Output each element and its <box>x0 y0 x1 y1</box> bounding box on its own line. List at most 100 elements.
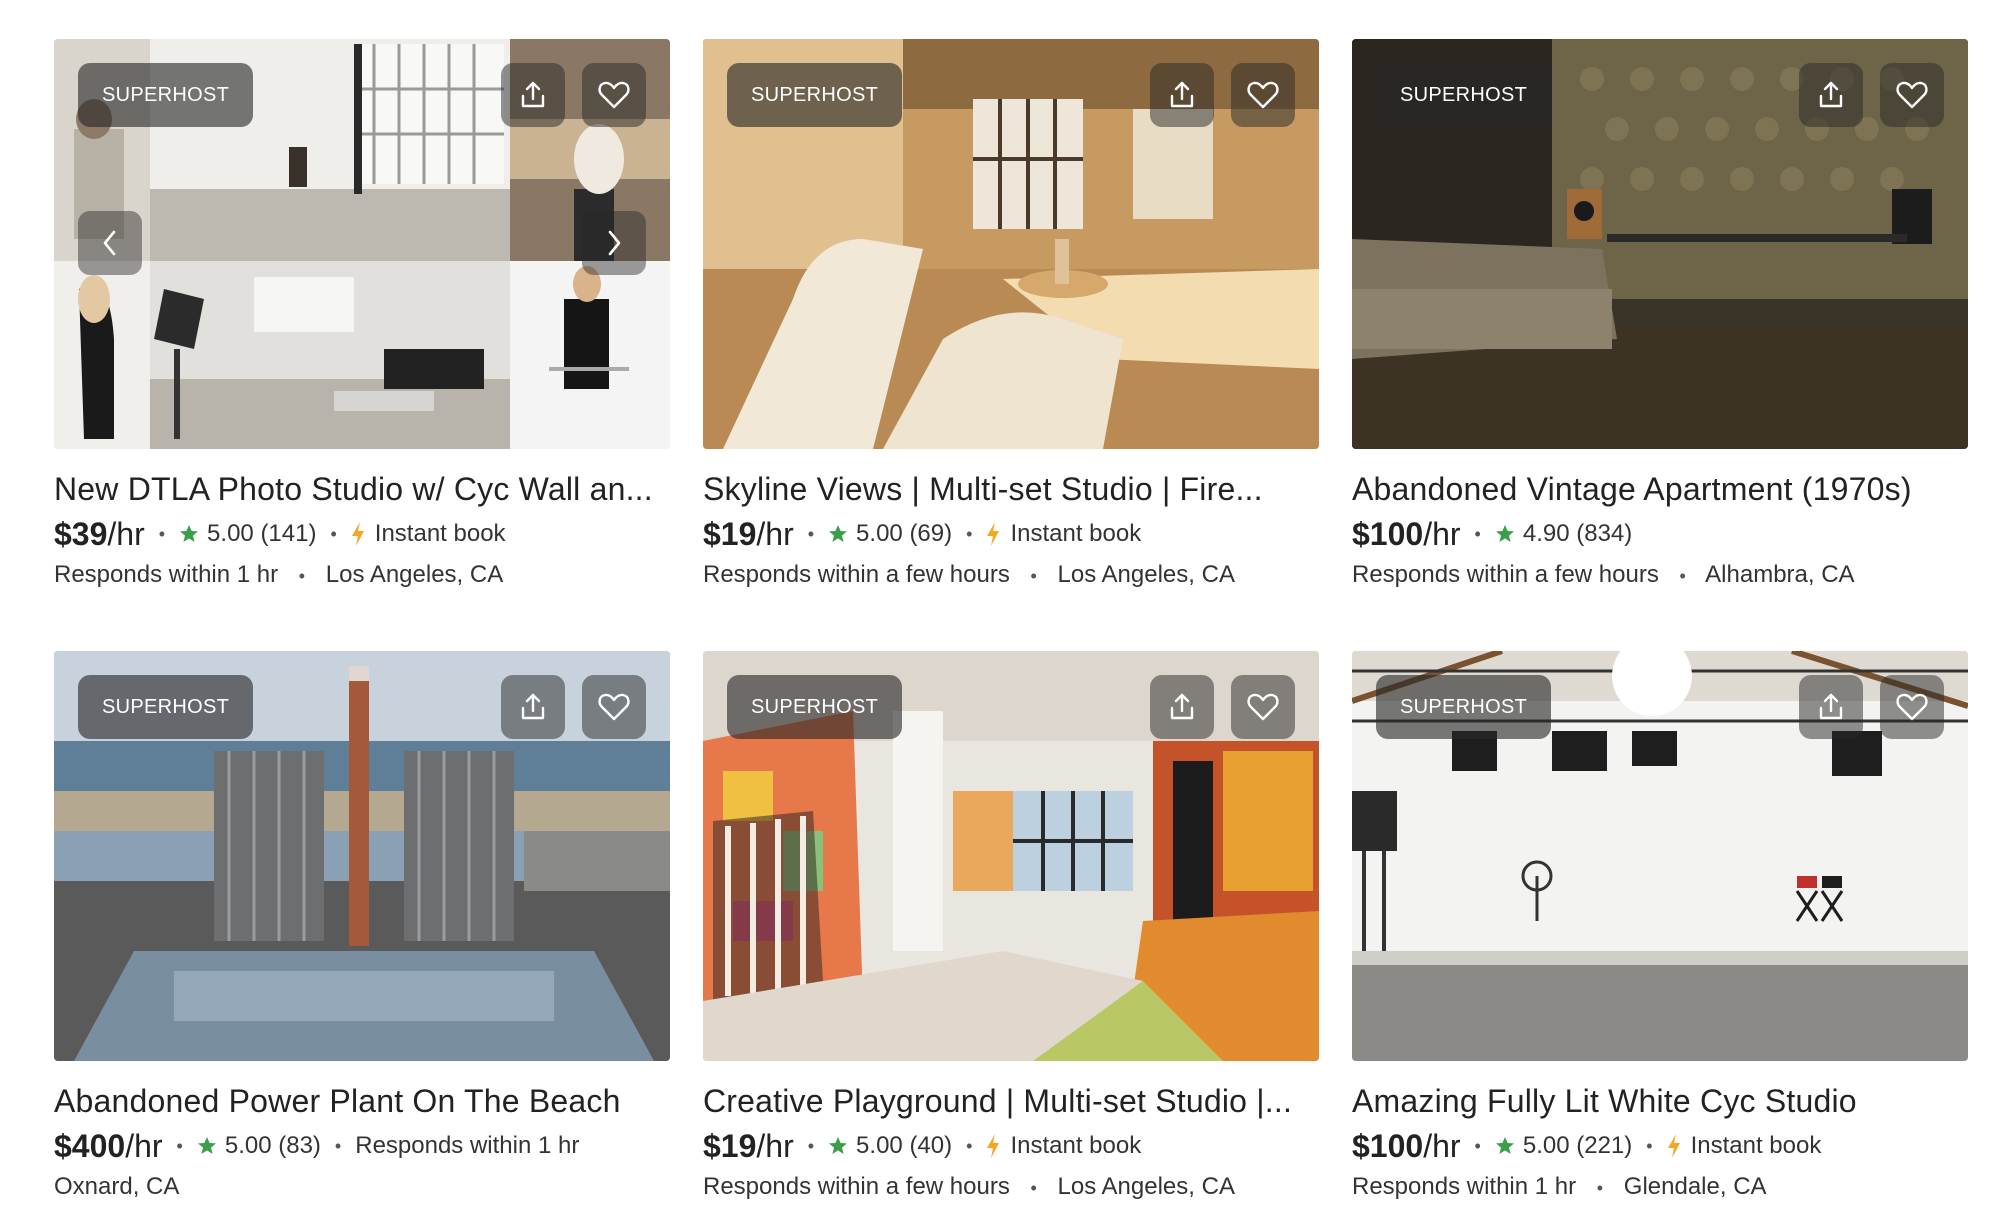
separator-dot: • <box>1596 1178 1604 1198</box>
listing-rating: 5.00 <box>856 1132 903 1159</box>
listing-card[interactable]: SUPERHOST Amazing Fully Lit White Cyc St… <box>1352 651 1968 1201</box>
star-icon <box>1495 1136 1515 1156</box>
listing-response-location: Responds within 1 hr • Los Angeles, CA <box>54 561 670 589</box>
instant-book-label: Instant book <box>374 520 506 547</box>
price-unit: /hr <box>1423 515 1461 552</box>
superhost-badge: SUPERHOST <box>78 675 254 739</box>
separator-dot: • <box>1474 523 1481 544</box>
star-icon <box>828 524 848 544</box>
share-button[interactable] <box>1799 675 1863 739</box>
heart-icon <box>1896 693 1928 721</box>
share-button[interactable] <box>501 63 565 127</box>
heart-icon <box>1896 81 1928 109</box>
listing-price: $19 <box>703 1127 757 1164</box>
listing-photo-container[interactable]: SUPERHOST <box>1352 39 1968 449</box>
listing-title[interactable]: Abandoned Vintage Apartment (1970s) <box>1352 469 1968 509</box>
share-icon <box>1170 81 1194 108</box>
favorite-button[interactable] <box>582 63 646 127</box>
share-icon <box>521 693 545 720</box>
share-button[interactable] <box>1150 675 1214 739</box>
price-unit: /hr <box>125 1127 163 1164</box>
chevron-right-icon <box>608 230 621 256</box>
listing-card[interactable]: SUPERHOST Skyline Views | Multi-set Stud… <box>703 39 1319 589</box>
separator-dot: • <box>966 1135 973 1156</box>
listing-rating: 5.00 <box>856 520 903 547</box>
superhost-badge: SUPERHOST <box>1376 675 1552 739</box>
listing-photo-container[interactable]: SUPERHOST <box>54 651 670 1061</box>
listing-title[interactable]: Skyline Views | Multi-set Studio | Fire.… <box>703 469 1319 509</box>
separator-dot: • <box>807 1135 815 1156</box>
listing-price: $19 <box>703 515 757 552</box>
response-time: Responds within a few hours <box>703 561 1010 588</box>
star-icon <box>179 524 199 544</box>
listing-price: $100 <box>1352 1127 1424 1164</box>
listing-review-count: (221) <box>1576 1132 1633 1159</box>
listing-price-row: $19/hr • 5.00 (69) • Instant book <box>703 515 1319 552</box>
listing-photo-container[interactable]: SUPERHOST <box>703 651 1319 1061</box>
lightning-bolt-icon <box>986 522 1000 546</box>
listing-title[interactable]: New DTLA Photo Studio w/ Cyc Wall an... <box>54 469 670 509</box>
listing-response-location: Responds within a few hours • Los Angele… <box>703 1173 1319 1201</box>
response-time: Responds within a few hours <box>703 1173 1010 1200</box>
listing-price-row: $100/hr • 5.00 (221) • Instant book <box>1352 1127 1968 1164</box>
listing-title[interactable]: Creative Playground | Multi-set Studio |… <box>703 1081 1319 1121</box>
heart-icon <box>598 81 630 109</box>
favorite-button[interactable] <box>1231 675 1295 739</box>
listing-photo-container[interactable]: SUPERHOST <box>1352 651 1968 1061</box>
listing-location: Los Angeles, CA <box>1057 1173 1235 1200</box>
lightning-bolt-icon <box>986 1134 1000 1158</box>
listing-card[interactable]: SUPERHOST Abandoned Power Plant On The B… <box>54 651 670 1201</box>
separator-dot: • <box>158 523 166 544</box>
listing-title[interactable]: Amazing Fully Lit White Cyc Studio <box>1352 1081 1968 1121</box>
listing-card[interactable]: SUPERHOST Creative Playground | Multi-se… <box>703 651 1319 1201</box>
listing-photo-collage[interactable]: SUPERHOST <box>54 39 670 449</box>
listing-price: $39 <box>54 515 108 552</box>
listing-review-count: (141) <box>260 520 317 547</box>
response-time: Responds within 1 hr <box>54 561 279 588</box>
listing-rating: 4.90 <box>1522 520 1570 547</box>
next-photo-button[interactable] <box>582 211 646 275</box>
superhost-badge: SUPERHOST <box>727 63 903 127</box>
instant-book-label: Instant book <box>1690 1132 1822 1159</box>
listing-response-location: Responds within 1 hr • Glendale, CA <box>1352 1173 1968 1201</box>
listing-photo-container[interactable]: SUPERHOST <box>703 39 1319 449</box>
listing-location: Alhambra, CA <box>1705 561 1855 588</box>
share-button[interactable] <box>1150 63 1214 127</box>
favorite-button[interactable] <box>582 675 646 739</box>
separator-dot: • <box>298 566 306 586</box>
previous-photo-button[interactable] <box>78 211 142 275</box>
listing-review-count: (69) <box>909 520 953 547</box>
superhost-badge: SUPERHOST <box>727 675 903 739</box>
separator-dot: • <box>1646 1135 1653 1156</box>
listing-location: Glendale, CA <box>1623 1173 1767 1200</box>
favorite-button[interactable] <box>1231 63 1295 127</box>
listing-rating: 5.00 <box>1522 1132 1570 1159</box>
share-button[interactable] <box>1799 63 1863 127</box>
price-unit: /hr <box>756 515 794 552</box>
favorite-button[interactable] <box>1880 63 1944 127</box>
listing-card[interactable]: SUPERHOST Abandoned Vintage Apartment (1… <box>1352 39 1968 589</box>
share-button[interactable] <box>501 675 565 739</box>
star-icon <box>828 1136 848 1156</box>
favorite-button[interactable] <box>1880 675 1944 739</box>
separator-dot: • <box>1474 1135 1481 1156</box>
share-icon <box>1819 81 1843 108</box>
listing-review-count: (40) <box>909 1132 953 1159</box>
listing-title[interactable]: Abandoned Power Plant On The Beach <box>54 1081 670 1121</box>
listing-price-row: $39/hr • 5.00 (141) • Instant book <box>54 515 670 552</box>
price-unit: /hr <box>107 515 145 552</box>
price-unit: /hr <box>1423 1127 1461 1164</box>
listing-response-location: Oxnard, CA <box>54 1173 670 1201</box>
chevron-left-icon <box>103 230 116 256</box>
separator-dot: • <box>1030 566 1037 586</box>
listing-response-location: Responds within a few hours • Los Angele… <box>703 561 1319 589</box>
lightning-bolt-icon <box>1667 1134 1681 1158</box>
listing-grid: SUPERHOST New DTLA Photo Studio w/ Cyc W… <box>54 39 1968 1201</box>
separator-dot: • <box>334 1135 342 1156</box>
listing-price: $400 <box>54 1127 126 1164</box>
instant-book-label: Instant book <box>1010 1132 1142 1159</box>
response-time: Responds within a few hours <box>1352 561 1659 588</box>
price-unit: /hr <box>756 1127 794 1164</box>
listing-card[interactable]: SUPERHOST New DTLA Photo Studio w/ Cyc W… <box>54 39 670 589</box>
star-icon <box>197 1136 217 1156</box>
